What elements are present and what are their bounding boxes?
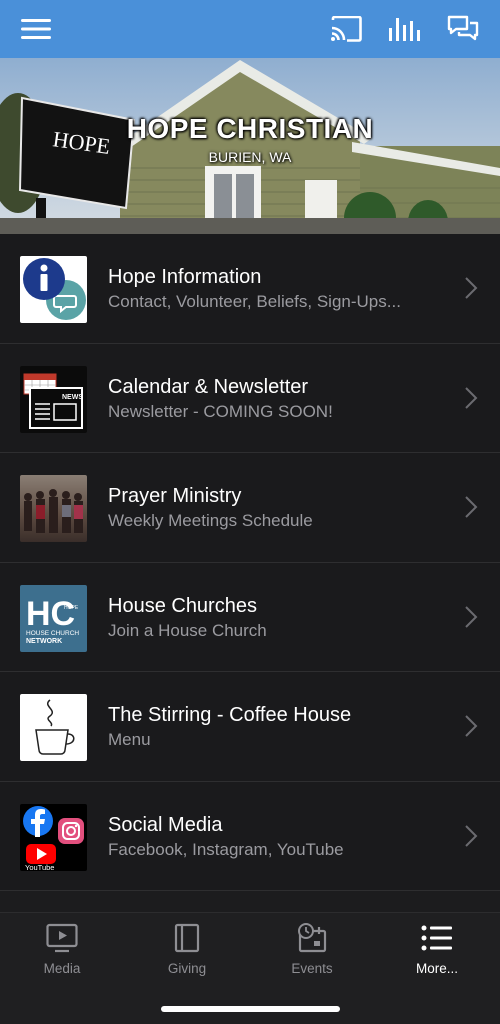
list-item-coffee-house[interactable]: The Stirring - Coffee House Menu bbox=[0, 672, 500, 782]
church-location: BURIEN, WA bbox=[208, 149, 292, 165]
news-badge: NEWS bbox=[62, 394, 83, 401]
tab-label: Events bbox=[291, 961, 333, 976]
item-subtitle: Weekly Meetings Schedule bbox=[108, 511, 313, 530]
chevron-right-icon bbox=[465, 824, 478, 847]
tab-giving[interactable]: Giving bbox=[137, 923, 237, 983]
item-subtitle: Facebook, Instagram, YouTube bbox=[108, 839, 344, 859]
tab-label: More... bbox=[415, 961, 458, 976]
chat-button[interactable] bbox=[443, 10, 483, 48]
item-subtitle: Join a House Church bbox=[108, 620, 267, 640]
group-photo bbox=[20, 475, 87, 542]
church-banner: HOPE HOPE CHRISTIAN BURIEN, WA bbox=[0, 58, 500, 234]
item-subtitle: Newsletter - COMING SOON! bbox=[108, 401, 333, 421]
tab-label: Giving bbox=[167, 961, 207, 976]
chevron-right-icon bbox=[465, 277, 478, 299]
home-indicator[interactable] bbox=[161, 1006, 340, 1012]
item-title: House Churches bbox=[108, 594, 257, 617]
logo-small-text: HOPE bbox=[64, 605, 79, 611]
tab-media[interactable]: Media bbox=[12, 923, 112, 983]
list-item-prayer-ministry[interactable]: Prayer Ministry Weekly Meetings Schedule bbox=[0, 453, 500, 563]
list-item-hope-information[interactable]: Hope Information Contact, Volunteer, Bel… bbox=[0, 234, 500, 344]
house-church-logo: HC HOPE HOUSE CHURCH NETWORK bbox=[20, 584, 87, 652]
cast-button[interactable] bbox=[326, 10, 366, 48]
church-building-photo: HOPE bbox=[0, 58, 500, 234]
top-app-bar bbox=[0, 0, 500, 58]
info-chat-icon bbox=[20, 256, 87, 323]
logo-text-1: HOUSE CHURCH bbox=[26, 630, 79, 637]
audio-button[interactable] bbox=[384, 10, 424, 48]
list-icon bbox=[421, 925, 452, 951]
equalizer-icon bbox=[389, 18, 420, 41]
menu-button[interactable] bbox=[16, 10, 56, 48]
tv-play-icon bbox=[46, 923, 78, 953]
list-item-social-media[interactable]: YouTube Social Media Facebook, Instagram… bbox=[0, 781, 500, 891]
item-subtitle: Contact, Volunteer, Beliefs, Sign-Ups... bbox=[108, 292, 401, 311]
tab-more[interactable]: More... bbox=[387, 923, 487, 983]
list-item-house-churches[interactable]: HC HOPE HOUSE CHURCH NETWORK House Churc… bbox=[0, 562, 500, 672]
chevron-right-icon bbox=[465, 715, 478, 737]
item-subtitle: Menu bbox=[108, 730, 151, 749]
chevron-right-icon bbox=[465, 605, 478, 628]
logo-text-2: NETWORK bbox=[26, 638, 62, 645]
cast-icon bbox=[331, 16, 362, 42]
social-logos-icon: YouTube bbox=[20, 803, 87, 871]
logo-letters: HC bbox=[26, 595, 75, 633]
calendar-clock-icon bbox=[298, 923, 327, 953]
youtube-label: YouTube bbox=[25, 863, 54, 871]
book-icon bbox=[174, 923, 200, 953]
item-title: The Stirring - Coffee House bbox=[108, 704, 352, 726]
item-title: Calendar & Newsletter bbox=[108, 375, 309, 398]
item-title: Social Media bbox=[108, 813, 223, 836]
coffee-cup-icon bbox=[20, 694, 87, 761]
hamburger-icon bbox=[21, 19, 51, 39]
item-title: Hope Information bbox=[108, 266, 262, 288]
menu-list: Hope Information Contact, Volunteer, Bel… bbox=[0, 234, 500, 891]
calendar-newspaper-icon: NEWS bbox=[20, 365, 87, 433]
chevron-right-icon bbox=[465, 386, 478, 409]
church-name: HOPE CHRISTIAN bbox=[126, 113, 374, 144]
tab-label: Media bbox=[43, 961, 81, 976]
item-title: Prayer Ministry bbox=[108, 485, 242, 507]
tab-events[interactable]: Events bbox=[262, 923, 362, 983]
list-item-calendar-newsletter[interactable]: NEWS Calendar & Newsletter Newsletter - … bbox=[0, 343, 500, 453]
chat-bubbles-icon bbox=[447, 15, 479, 41]
chevron-right-icon bbox=[465, 496, 478, 518]
